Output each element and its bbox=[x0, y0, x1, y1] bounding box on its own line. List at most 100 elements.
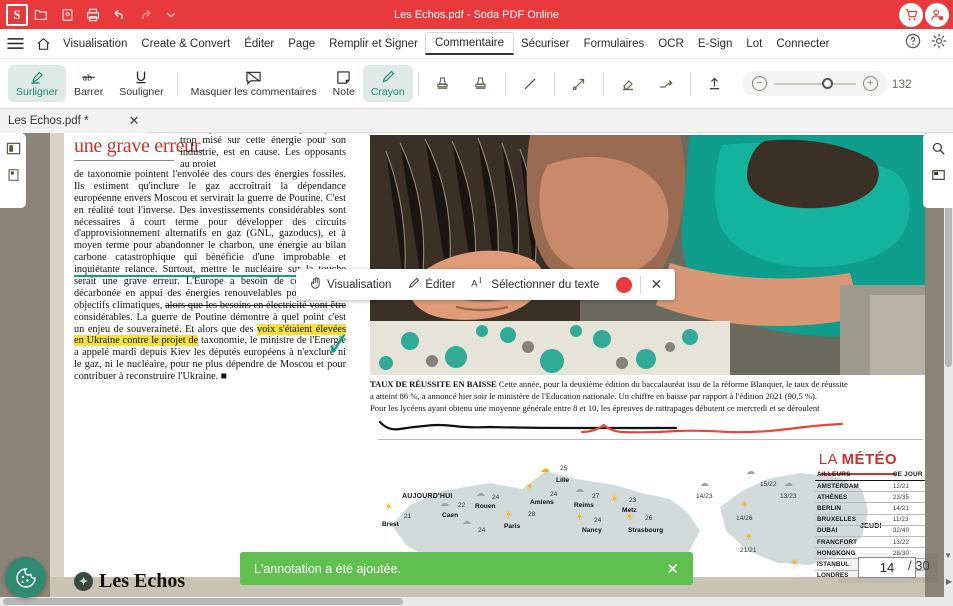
annotation-color-swatch[interactable] bbox=[616, 276, 633, 293]
save-icon[interactable] bbox=[54, 0, 80, 29]
annotation-ink-red[interactable] bbox=[580, 421, 880, 435]
horizontal-scroll-thumb[interactable] bbox=[3, 598, 403, 605]
redo-icon[interactable] bbox=[132, 0, 158, 29]
tool-line[interactable] bbox=[511, 71, 549, 96]
close-icon[interactable]: ✕ bbox=[643, 273, 669, 296]
menu-item-visualisation[interactable]: Visualisation bbox=[56, 34, 134, 54]
menu-item-lot[interactable]: Lot bbox=[739, 34, 769, 54]
tool-label: Masquer les commentaires bbox=[190, 85, 317, 98]
chevron-down-icon[interactable] bbox=[158, 0, 184, 29]
home-icon[interactable] bbox=[30, 37, 56, 51]
document-tab[interactable]: Les Echos.pdf * ✕ bbox=[0, 108, 148, 133]
menu-item-formulaires[interactable]: Formulaires bbox=[577, 34, 652, 54]
search-icon[interactable] bbox=[931, 141, 946, 156]
tool-arrow[interactable] bbox=[560, 71, 598, 96]
toolbar-divider bbox=[504, 71, 506, 96]
print-icon[interactable] bbox=[80, 0, 106, 29]
page-thumbnail-icon[interactable] bbox=[7, 168, 20, 182]
tool-upload[interactable] bbox=[696, 71, 734, 96]
weather-icon-paris: ☀ bbox=[504, 510, 513, 521]
scroll-right-icon[interactable]: ▶ bbox=[946, 577, 952, 586]
floatbar-visualisation[interactable]: Visualisation bbox=[302, 273, 398, 296]
tool-crayon[interactable]: Crayon bbox=[362, 64, 413, 103]
table-row: ATHÈNES23/3525/2 bbox=[815, 491, 925, 504]
temp-rouen: 24 bbox=[492, 494, 500, 501]
article-line: a atteint 86 %, a annoncé hier soir le m… bbox=[370, 391, 818, 402]
weather-icon-lille: ☁ bbox=[540, 464, 550, 475]
panel-toggle-icon[interactable] bbox=[6, 141, 21, 156]
zoom-slider[interactable] bbox=[773, 77, 856, 89]
article-lead-paragraph: L'aveuglement de l'Allemagne, qui a trop… bbox=[180, 133, 346, 167]
tool-stamp-alt[interactable] bbox=[462, 71, 500, 96]
zoom-out-icon[interactable]: − bbox=[751, 76, 767, 91]
annotation-strikethrough[interactable]: alors que les besoins en électricité von… bbox=[165, 300, 346, 311]
right-content-column: TAUX DE RÉUSSITE EN BAISSE Cette année, … bbox=[370, 133, 925, 577]
temp-reims: 27 bbox=[592, 493, 600, 500]
weather-icon-east-3: ☁ bbox=[784, 478, 793, 488]
zoom-value: 132 bbox=[891, 76, 912, 91]
weather-icon-nancy: ☀ bbox=[575, 512, 584, 523]
zoom-in-icon[interactable]: + bbox=[862, 76, 878, 91]
scroll-down-icon[interactable]: ▼ bbox=[944, 551, 952, 560]
cart-icon[interactable] bbox=[899, 2, 923, 27]
article-line: TAUX DE RÉUSSITE EN BAISSE Cette année, … bbox=[370, 378, 925, 390]
article-line: Pour les lycéens ayant obtenu une moyenn… bbox=[370, 403, 820, 414]
menu-item-commentaire[interactable]: Commentaire bbox=[424, 32, 514, 55]
weather-icon-east-2: ☁ bbox=[700, 478, 709, 488]
floatbar-editer[interactable]: Éditer bbox=[400, 273, 462, 296]
tool-stamp[interactable] bbox=[424, 71, 462, 96]
annotation-checkmark[interactable]: ✓ bbox=[326, 328, 350, 362]
tool-note[interactable]: Note bbox=[325, 65, 363, 103]
city-rouen: Rouen bbox=[475, 503, 496, 510]
zoom-slider-handle[interactable] bbox=[821, 77, 833, 89]
weather-icon-rouen: ☁ bbox=[476, 488, 485, 498]
floating-context-toolbar: Visualisation Éditer AI Sélectionner du … bbox=[296, 269, 676, 300]
close-icon[interactable]: ✕ bbox=[666, 560, 679, 578]
menu-item-remplir-signer[interactable]: Remplir et Signer bbox=[322, 34, 425, 54]
cookie-icon bbox=[15, 567, 36, 588]
undo-icon[interactable] bbox=[106, 0, 132, 29]
menu-item-ocr[interactable]: OCR bbox=[651, 34, 691, 54]
menu-bar: Visualisation Create & Convert Éditer Pa… bbox=[0, 29, 953, 59]
weather-icon-strasbourg: ☀ bbox=[625, 512, 634, 523]
city-reims: Reims bbox=[574, 502, 594, 509]
cell-today: 14/21 bbox=[890, 502, 925, 515]
article-text-column: une grave erreur. L'aveuglement de l'All… bbox=[64, 133, 356, 533]
temp-caen: 22 bbox=[458, 502, 466, 509]
temp-east-1: 15/22 bbox=[760, 481, 777, 488]
tool-surligner[interactable]: Surligner bbox=[8, 64, 67, 103]
menu-item-securiser[interactable]: Sécuriser bbox=[514, 34, 577, 54]
close-icon[interactable]: ✕ bbox=[129, 113, 140, 129]
cookie-consent-widget[interactable] bbox=[5, 557, 46, 598]
folder-open-icon[interactable] bbox=[28, 0, 54, 29]
help-icon[interactable] bbox=[905, 33, 921, 54]
account-icon[interactable] bbox=[925, 2, 949, 27]
menu-item-editer[interactable]: Éditer bbox=[237, 34, 281, 54]
weather-icon-east-1: ☁ bbox=[746, 466, 755, 476]
menu-item-connecter[interactable]: Connecter bbox=[769, 34, 836, 54]
floatbar-selectionner-texte[interactable]: AI Sélectionner du texte bbox=[464, 273, 606, 296]
menu-item-page[interactable]: Page bbox=[281, 34, 322, 54]
weather-icon-east-4: ☀ bbox=[740, 500, 749, 511]
tool-barrer[interactable]: ab Barrer bbox=[66, 65, 111, 103]
gear-icon[interactable] bbox=[931, 33, 947, 54]
headline-rule bbox=[74, 160, 174, 161]
tool-souligner[interactable]: Souligner bbox=[111, 65, 171, 103]
horizontal-scrollbar[interactable] bbox=[0, 597, 944, 606]
svg-text:A: A bbox=[472, 279, 479, 290]
weather-icon-amiens: ☀ bbox=[525, 482, 534, 493]
tool-connector[interactable] bbox=[647, 71, 685, 96]
document-workspace: une grave erreur. L'aveuglement de l'All… bbox=[0, 133, 953, 606]
menu-item-create-convert[interactable]: Create & Convert bbox=[134, 34, 237, 54]
pdf-page[interactable]: une grave erreur. L'aveuglement de l'All… bbox=[50, 133, 925, 577]
eraser-icon bbox=[620, 75, 636, 92]
temperature-edit-suffix: / 30 bbox=[908, 558, 930, 573]
panel-right-icon[interactable] bbox=[931, 168, 946, 182]
tool-eraser[interactable] bbox=[609, 71, 647, 96]
hamburger-menu-icon[interactable] bbox=[0, 37, 30, 50]
temp-brest: 21 bbox=[404, 513, 412, 520]
city-lille: Lille bbox=[556, 477, 570, 484]
cell-city: DUBAI bbox=[815, 525, 891, 537]
tool-masquer-commentaires[interactable]: Masquer les commentaires bbox=[183, 65, 325, 103]
menu-item-esign[interactable]: E-Sign bbox=[691, 34, 740, 54]
